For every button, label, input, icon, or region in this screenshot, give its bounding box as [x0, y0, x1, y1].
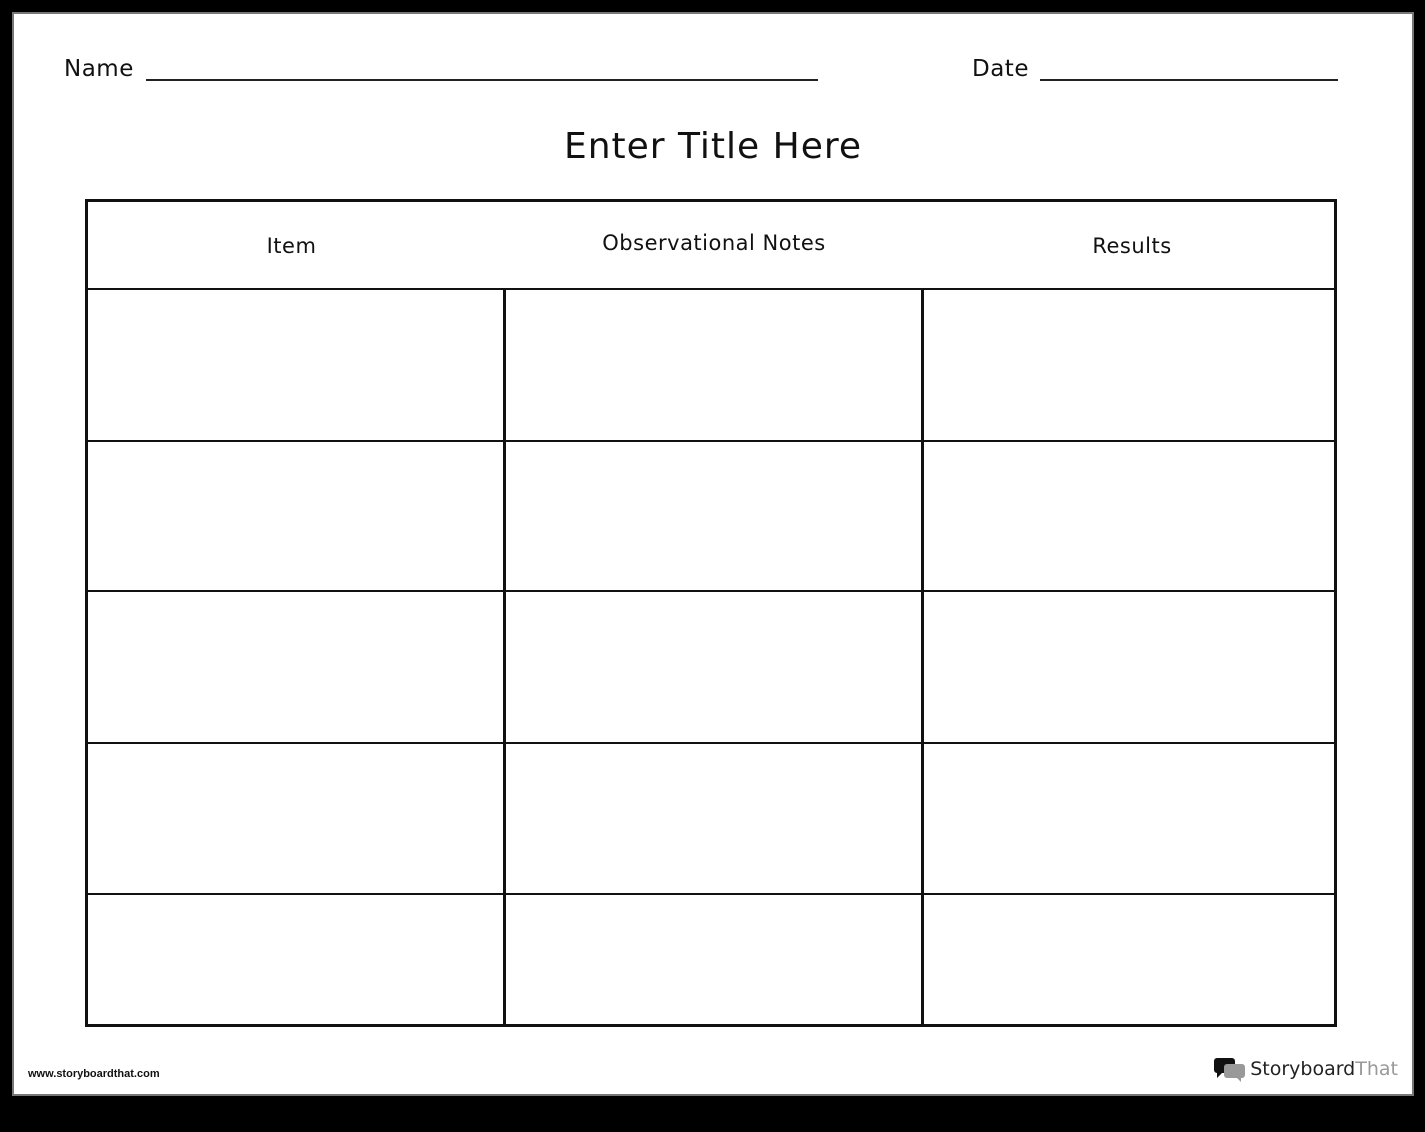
header-observational-notes: Observational Notes — [602, 231, 826, 255]
name-label: Name — [64, 56, 134, 82]
worksheet-page: Name Date Enter Title Here Item Observat… — [12, 12, 1414, 1096]
storyboardthat-logo[interactable]: Storyboard That — [1214, 1056, 1398, 1082]
speech-bubbles-icon — [1214, 1058, 1246, 1082]
table-cell[interactable] — [88, 895, 503, 1024]
table-cell[interactable] — [506, 744, 921, 893]
name-field-line[interactable] — [146, 79, 818, 81]
table-cell[interactable] — [506, 442, 921, 590]
table-cell[interactable] — [924, 744, 1337, 893]
worksheet-title[interactable]: Enter Title Here — [14, 126, 1412, 167]
table-cell[interactable] — [506, 290, 921, 440]
table-header-row: Item Observational Notes Results — [88, 202, 1334, 290]
table-cell[interactable] — [506, 592, 921, 742]
date-field-line[interactable] — [1040, 79, 1338, 81]
brand-text-that: That — [1355, 1058, 1398, 1080]
table-cell[interactable] — [924, 592, 1337, 742]
observation-table: Item Observational Notes Results — [85, 199, 1337, 1027]
table-cell[interactable] — [924, 442, 1337, 590]
table-cell[interactable] — [88, 290, 503, 440]
header-results: Results — [1092, 234, 1172, 258]
table-cell[interactable] — [506, 895, 921, 1024]
table-cell[interactable] — [88, 592, 503, 742]
table-cell[interactable] — [924, 290, 1337, 440]
date-label: Date — [972, 56, 1029, 82]
table-cell[interactable] — [88, 744, 503, 893]
footer-url[interactable]: www.storyboardthat.com — [28, 1068, 160, 1080]
brand-text-storyboard: Storyboard — [1250, 1058, 1356, 1080]
table-cell[interactable] — [88, 442, 503, 590]
table-cell[interactable] — [924, 895, 1337, 1024]
header-item: Item — [266, 234, 317, 258]
